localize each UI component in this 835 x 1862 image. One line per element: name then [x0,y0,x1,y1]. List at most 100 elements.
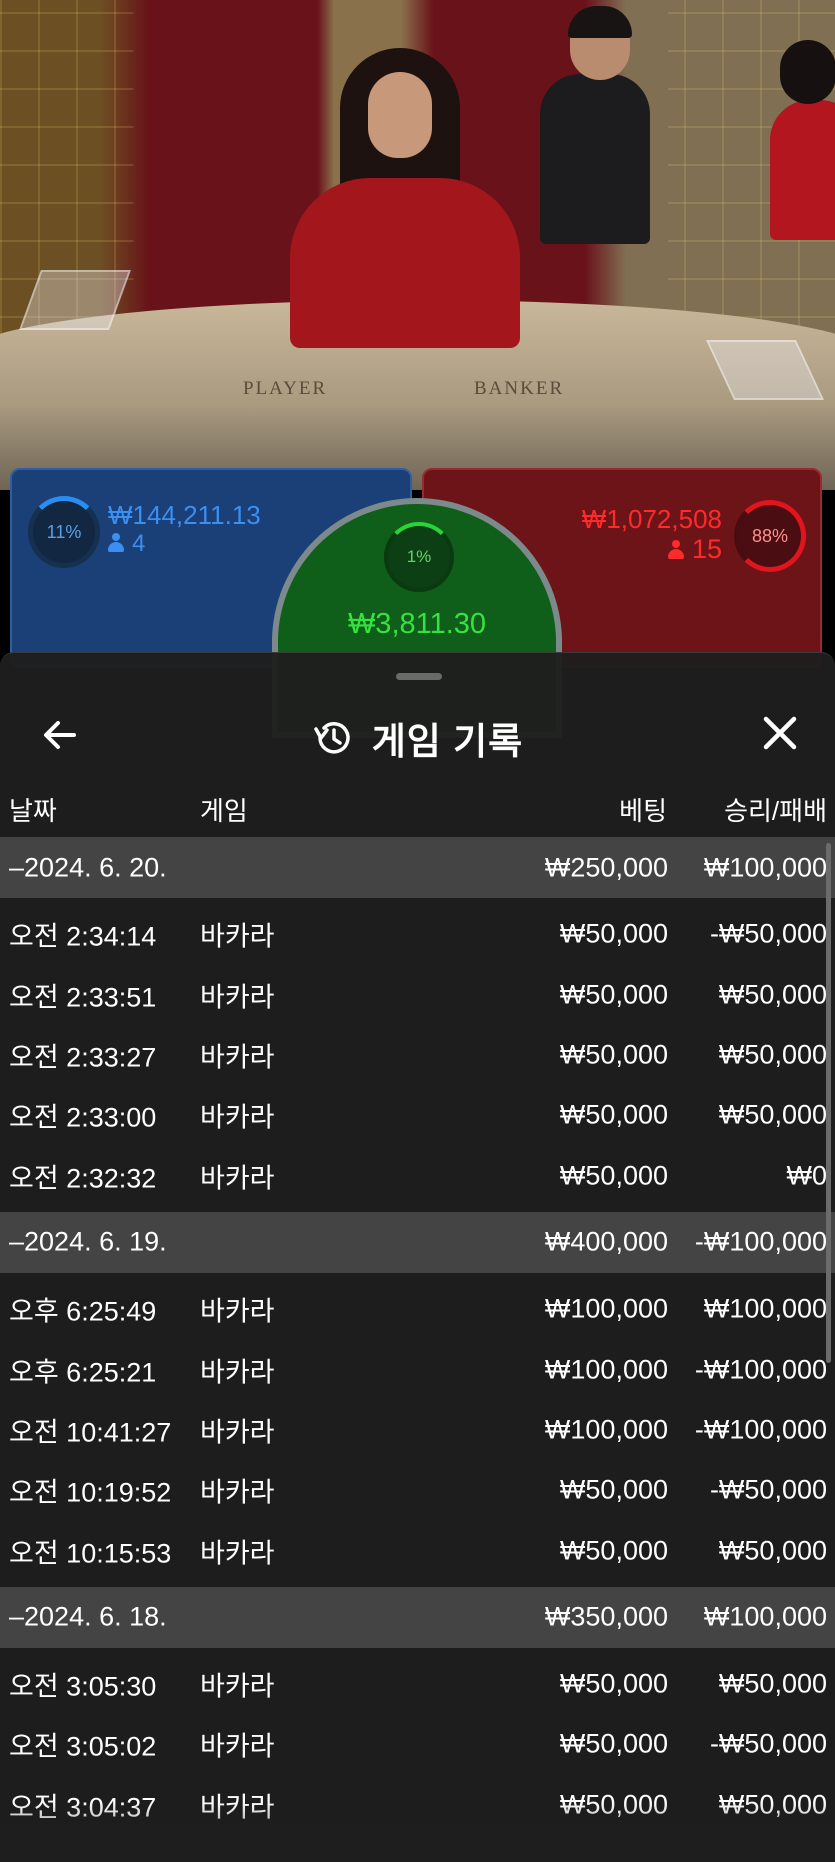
person-icon [667,540,684,559]
group-result-total: ₩100,000 [703,852,827,882]
group-result-total: ₩100,000 [703,1601,827,1632]
tie-percent: 1% [406,547,432,566]
history-row[interactable]: 오전 10:19:52 바카라 ₩50,000 -₩50,000 [0,1460,835,1520]
row-result: -₩50,000 [709,1728,827,1759]
row-result: ₩50,000 [718,1668,827,1699]
player-percent: 11% [46,521,82,542]
sheet-header: 게임 기록 [0,695,835,775]
history-row[interactable]: 오전 3:05:30 바카라 ₩50,000 ₩50,000 [0,1654,835,1714]
column-header-game: 게임 [200,796,248,826]
row-result: -₩100,000 [694,1414,827,1445]
background-dealer-2 [770,40,835,240]
history-row[interactable]: 오전 2:33:51 바카라 ₩50,000 ₩50,000 [0,964,835,1024]
history-row[interactable]: 오전 2:33:00 바카라 ₩50,000 ₩50,000 [0,1085,835,1145]
column-headers: 날짜 게임 베팅 승리/패배 [0,791,835,831]
history-row[interactable]: 오전 2:33:27 바카라 ₩50,000 ₩50,000 [0,1025,835,1085]
sheet-grabber[interactable] [396,673,442,680]
history-row[interactable]: 오전 3:04:37 바카라 ₩50,000 ₩50,000 [0,1775,835,1835]
row-time: 오전 2:32:32 [9,1163,157,1194]
row-time: 오전 10:15:53 [9,1538,172,1569]
row-bet: ₩50,000 [559,1535,668,1566]
row-result: -₩100,000 [694,1354,827,1385]
row-bet: ₩50,000 [559,918,668,949]
history-row[interactable]: 오전 10:41:27 바카라 ₩100,000 -₩100,000 [0,1400,835,1460]
close-button[interactable] [757,710,803,756]
row-game: 바카라 [200,1477,275,1508]
row-result: ₩50,000 [718,1099,827,1130]
banker-total-amount: ₩1,072,508 [581,504,722,534]
group-date: –2024. 6. 19. [9,1226,167,1257]
row-result: -₩50,000 [709,1474,827,1505]
history-row[interactable]: 오전 2:32:32 바카라 ₩50,000 ₩0 [0,1146,835,1206]
row-bet: ₩100,000 [544,1354,668,1385]
group-bet-total: ₩350,000 [544,1601,668,1632]
row-game: 바카라 [200,1296,275,1327]
row-game: 바카라 [200,982,275,1013]
row-time: 오전 2:33:27 [9,1042,157,1073]
banker-bettor-count: 15 [667,534,722,565]
group-bet-total: ₩400,000 [544,1226,668,1257]
row-game: 바카라 [200,1671,275,1702]
date-group-header[interactable]: –2024. 6. 20. ₩250,000 ₩100,000 [0,837,835,898]
history-row[interactable]: 오전 2:34:14 바카라 ₩50,000 -₩50,000 [0,904,835,964]
row-game: 바카라 [200,1417,275,1448]
row-result: -₩50,000 [709,918,827,949]
row-time: 오전 3:04:37 [9,1792,157,1823]
tie-total-amount: ₩3,811.30 [347,608,487,640]
dealer [290,48,570,348]
history-list[interactable]: –2024. 6. 20. ₩250,000 ₩100,000 오전 2:34:… [0,837,835,1835]
history-icon [314,722,350,754]
row-bet: ₩50,000 [559,1728,668,1759]
row-time: 오후 6:25:21 [9,1357,157,1388]
player-bettor-count: 4 [108,530,145,558]
history-row[interactable]: 오전 10:15:53 바카라 ₩50,000 ₩50,000 [0,1521,835,1581]
history-row[interactable]: 오후 6:25:49 바카라 ₩100,000 ₩100,000 [0,1279,835,1339]
close-icon [763,716,797,750]
row-result: ₩50,000 [718,1535,827,1566]
live-video: PLAYER BANKER [0,0,835,490]
date-group-header[interactable]: –2024. 6. 19. ₩400,000 -₩100,000 [0,1211,835,1273]
row-result: ₩50,000 [718,1039,827,1070]
banker-percent: 88% [751,525,789,546]
group-date: –2024. 6. 18. [9,1601,167,1632]
column-header-date: 날짜 [9,796,57,826]
history-row[interactable]: 오후 6:25:21 바카라 ₩100,000 -₩100,000 [0,1339,835,1399]
row-game: 바카라 [200,1792,275,1823]
history-row[interactable]: 오전 3:05:02 바카라 ₩50,000 -₩50,000 [0,1714,835,1774]
row-bet: ₩100,000 [544,1414,668,1445]
row-bet: ₩50,000 [559,979,668,1010]
tie-percent-ring: 1% [384,522,454,592]
row-result: ₩100,000 [703,1293,827,1324]
row-time: 오전 3:05:02 [9,1731,157,1762]
person-icon [108,533,124,552]
banker-percent-ring: 88% [734,500,806,572]
row-game: 바카라 [200,1357,275,1388]
player-percent-ring: 11% [28,496,100,568]
column-header-bet: 베팅 [619,796,667,826]
group-bet-total: ₩250,000 [544,852,668,882]
banker-count-value: 15 [691,534,722,564]
row-game: 바카라 [200,921,275,952]
player-total-amount: ₩144,211.13 [108,500,261,530]
group-result-total: -₩100,000 [694,1226,827,1257]
column-header-result: 승리/패배 [724,796,827,826]
row-game: 바카라 [200,1731,275,1762]
row-time: 오전 2:33:51 [9,982,157,1013]
row-time: 오전 10:41:27 [9,1417,172,1448]
row-time: 오전 2:34:14 [9,921,157,952]
row-game: 바카라 [200,1163,275,1194]
table-label-banker: BANKER [474,378,565,399]
row-time: 오후 6:25:49 [9,1296,157,1327]
row-result: ₩0 [786,1160,828,1191]
game-history-sheet: 게임 기록 날짜 게임 베팅 승리/패배 –2024. 6. 20. ₩250,… [0,652,835,1862]
row-result: ₩50,000 [718,1789,827,1820]
sheet-title-group: 게임 기록 [0,711,835,765]
player-count-value: 4 [132,530,146,557]
row-time: 오전 2:33:00 [9,1102,157,1133]
date-group-header[interactable]: –2024. 6. 18. ₩350,000 ₩100,000 [0,1586,835,1648]
scrollbar[interactable] [826,843,831,1363]
group-date: –2024. 6. 20. [9,852,167,882]
row-game: 바카라 [200,1538,275,1569]
row-game: 바카라 [200,1102,275,1133]
row-result: ₩50,000 [718,979,827,1010]
